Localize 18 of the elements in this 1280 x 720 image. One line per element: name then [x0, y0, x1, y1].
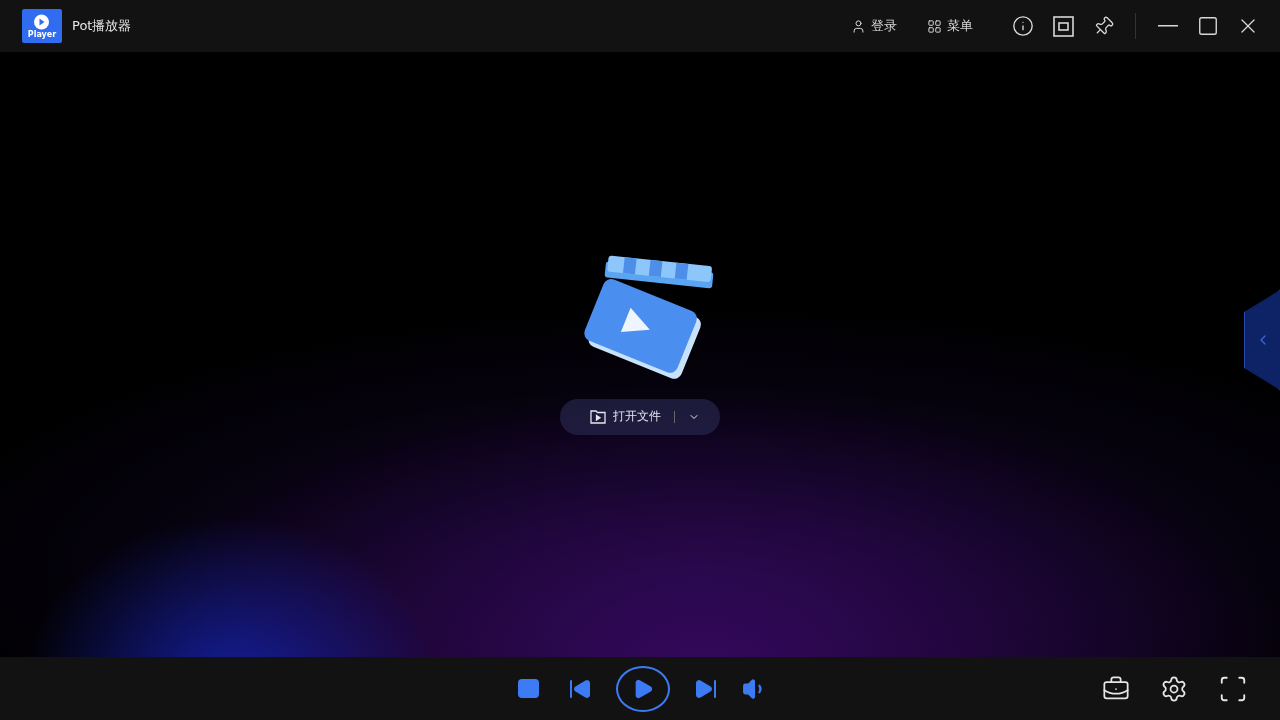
user-icon [851, 18, 866, 34]
login-button[interactable]: 登录 [851, 17, 897, 35]
mini-window-icon [1052, 15, 1074, 37]
play-button[interactable] [616, 665, 670, 712]
mini-mode-button[interactable] [1050, 13, 1076, 39]
minimize-icon [1158, 25, 1178, 27]
settings-icon [1160, 674, 1188, 703]
open-file-button[interactable]: 打开文件 [560, 398, 720, 435]
play-icon [33, 13, 51, 30]
info-button[interactable] [1010, 13, 1036, 39]
grid-icon [927, 18, 942, 34]
stop-icon [517, 679, 539, 698]
logo-text: Player [27, 30, 57, 39]
video-file-icon [590, 409, 606, 424]
maximize-icon [1197, 15, 1219, 37]
menu-button[interactable]: 菜单 [927, 17, 973, 35]
app-title: Pot播放器 [72, 17, 132, 35]
info-icon [1012, 15, 1034, 37]
